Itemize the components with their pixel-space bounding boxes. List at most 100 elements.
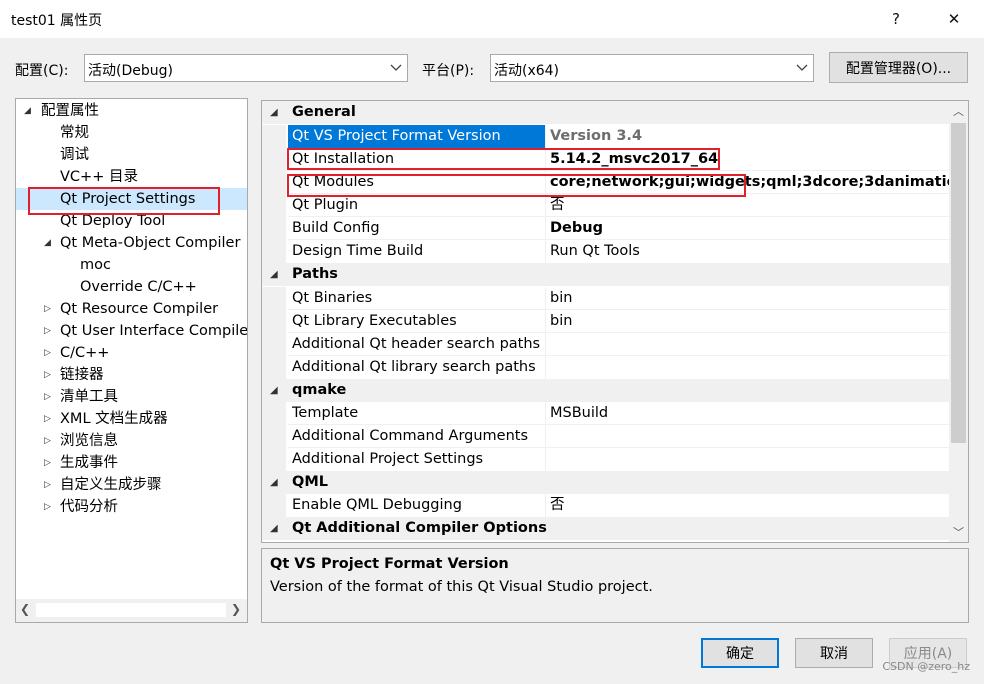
chevron-down-icon [390, 64, 402, 71]
property-name: Build Config [292, 220, 380, 236]
expanded-arrow-icon: ◢ [270, 385, 278, 396]
property-name: Additional Command Arguments [292, 428, 529, 444]
property-name: Enable QML Debugging [292, 497, 462, 513]
expanded-arrow-icon: ◢ [44, 238, 51, 248]
property-row[interactable]: Build Config Debug [262, 217, 949, 240]
category-label: General [292, 104, 356, 120]
tree-item-label: 清单工具 [60, 389, 118, 405]
property-value[interactable]: MSBuild [546, 402, 949, 425]
property-row[interactable]: Enable QML Debugging 否 [262, 494, 949, 517]
expanded-arrow-icon: ◢ [270, 269, 278, 280]
property-value[interactable]: Run Qt Tools [546, 240, 949, 263]
category-qml[interactable]: ◢ QML [262, 471, 949, 494]
annotation-box [287, 148, 720, 170]
tree-item-label: Qt Meta-Object Compiler [60, 235, 241, 251]
tree-horizontal-scrollbar[interactable]: ❮ ❯ [16, 599, 247, 622]
tree-root-label: 配置属性 [41, 103, 99, 119]
property-name: Template [292, 405, 359, 421]
property-value[interactable] [546, 356, 949, 379]
property-name: Qt VS Project Format Version [288, 125, 545, 148]
property-row[interactable]: Qt VS Project Format Version Version 3.4 [262, 125, 949, 148]
tree-item-label: Qt Resource Compiler [60, 301, 219, 317]
property-tree: ◢ 配置属性 常规 调试 VC++ 目录 Qt Project Settings… [15, 98, 248, 623]
tree-item-override-cpp[interactable]: Override C/C++ [80, 276, 197, 298]
annotation-box [28, 187, 220, 215]
scroll-up-icon[interactable]: ︿ [949, 103, 968, 121]
description-text: Version of the format of this Qt Visual … [270, 579, 653, 595]
property-row[interactable]: Additional Project Settings [262, 448, 949, 471]
property-row[interactable]: Qt Plugin 否 [262, 194, 949, 217]
property-value: Version 3.4 [550, 128, 643, 144]
property-value[interactable] [546, 333, 949, 356]
config-select[interactable]: 活动(Debug) [84, 54, 408, 82]
scroll-right-icon[interactable]: ❯ [231, 602, 241, 616]
tree-item-general[interactable]: 常规 [60, 122, 89, 144]
expanded-arrow-icon: ◢ [24, 106, 31, 116]
collapsed-arrow-icon: ▷ [44, 414, 51, 424]
property-row[interactable]: Qt Binaries bin [262, 287, 949, 310]
tree-item-label: 浏览信息 [60, 433, 118, 449]
collapsed-arrow-icon: ▷ [44, 370, 51, 380]
property-value[interactable]: 否 [546, 194, 949, 217]
collapsed-arrow-icon: ▷ [44, 436, 51, 446]
property-row[interactable]: Additional Command Arguments [262, 425, 949, 448]
tree-item-vc-directories[interactable]: VC++ 目录 [60, 166, 138, 188]
property-row[interactable]: Template MSBuild [262, 402, 949, 425]
platform-select-value: 活动(x64) [494, 63, 560, 79]
collapsed-arrow-icon: ▷ [44, 326, 51, 336]
category-compiler-options[interactable]: ◢ Qt Additional Compiler Options [262, 517, 949, 540]
property-value[interactable] [546, 448, 949, 471]
property-name: Additional Qt header search paths [292, 336, 541, 352]
tree-item-label: XML 文档生成器 [60, 411, 168, 427]
category-label: QML [292, 474, 328, 490]
config-manager-button[interactable]: 配置管理器(O)... [829, 52, 968, 83]
tree-item-label: C/C++ [60, 345, 110, 361]
config-label: 配置(C): [15, 63, 69, 79]
expanded-arrow-icon: ◢ [270, 523, 278, 534]
platform-select[interactable]: 活动(x64) [490, 54, 814, 82]
expanded-arrow-icon: ◢ [270, 107, 278, 118]
grid-vertical-scrollbar[interactable]: ︿ ﹀ [949, 101, 968, 542]
config-select-value: 活动(Debug) [88, 63, 173, 79]
close-button[interactable]: ✕ [932, 2, 976, 36]
tree-item-label: 链接器 [60, 367, 104, 383]
collapsed-arrow-icon: ▷ [44, 458, 51, 468]
collapsed-arrow-icon: ▷ [44, 392, 51, 402]
property-row[interactable]: Additional Qt header search paths [262, 333, 949, 356]
cancel-button[interactable]: 取消 [795, 638, 873, 668]
property-value[interactable]: Debug [546, 217, 949, 240]
property-row[interactable]: Additional Qt library search paths [262, 356, 949, 379]
tree-item-label: 自定义生成步骤 [60, 477, 162, 493]
tree-item-debugging[interactable]: 调试 [60, 144, 89, 166]
property-name: Qt Library Executables [292, 313, 457, 329]
platform-label: 平台(P): [422, 63, 475, 79]
category-label: Paths [292, 266, 338, 282]
category-label: qmake [292, 382, 347, 398]
title-bar: test01 属性页 ? ✕ [0, 0, 984, 38]
scrollbar-thumb[interactable] [36, 603, 226, 617]
property-value[interactable]: bin [546, 287, 949, 310]
property-row[interactable]: Qt Library Executables bin [262, 310, 949, 333]
help-button[interactable]: ? [874, 2, 918, 36]
category-general[interactable]: ◢ General [262, 101, 949, 124]
description-panel: Qt VS Project Format Version Version of … [261, 548, 969, 623]
scroll-left-icon[interactable]: ❮ [20, 602, 30, 616]
category-qmake[interactable]: ◢ qmake [262, 379, 949, 402]
property-row[interactable]: Design Time Build Run Qt Tools [262, 240, 949, 263]
property-value[interactable]: 否 [546, 494, 949, 517]
annotation-box [287, 174, 746, 197]
collapsed-arrow-icon: ▷ [44, 502, 51, 512]
scrollbar-thumb[interactable] [951, 123, 966, 443]
property-value[interactable] [546, 425, 949, 448]
tree-item-label: Qt User Interface Compiler [60, 323, 248, 339]
collapsed-arrow-icon: ▷ [44, 304, 51, 314]
scroll-down-icon[interactable]: ﹀ [949, 524, 968, 542]
ok-button[interactable]: 确定 [701, 638, 779, 668]
property-value[interactable]: bin [546, 310, 949, 333]
window-title: test01 属性页 [11, 13, 103, 29]
property-name: Additional Project Settings [292, 451, 484, 467]
tree-item-moc[interactable]: moc [80, 254, 111, 276]
property-name: Qt Binaries [292, 290, 373, 306]
chevron-down-icon [796, 64, 808, 71]
category-paths[interactable]: ◢ Paths [262, 263, 949, 286]
